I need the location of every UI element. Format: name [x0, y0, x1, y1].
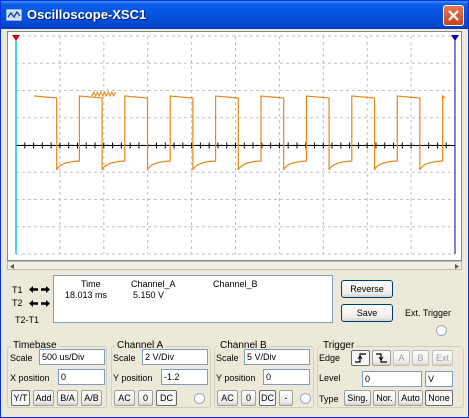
t1-label: T1 [12, 285, 23, 295]
t1-right-arrow-icon[interactable] [40, 284, 51, 295]
trigger-none-button[interactable]: None [425, 390, 453, 406]
channel-a-scale-field[interactable]: 2 V/Div [142, 349, 208, 365]
trigger-auto-button[interactable]: Auto [398, 390, 423, 406]
t2-left-arrow-icon[interactable] [28, 298, 39, 309]
header-time: Time [81, 279, 101, 289]
scroll-right-icon[interactable] [452, 262, 461, 269]
oscilloscope-screen[interactable] [7, 31, 462, 261]
timebase-scale-label: Scale [10, 353, 33, 363]
channel-b-dc-button[interactable]: DC [259, 390, 276, 406]
save-button[interactable]: Save [341, 304, 393, 322]
channel-a-radio[interactable] [194, 393, 205, 404]
timebase-xpos-field[interactable]: 0 [58, 369, 105, 385]
trigger-normal-button[interactable]: Nor. [373, 390, 396, 406]
channel-a-ypos-label: Y position [113, 373, 153, 383]
channel-b-scale-field[interactable]: 5 V/Div [244, 349, 310, 365]
channel-b-scale-label: Scale [216, 353, 239, 363]
trigger-ext-button[interactable]: Ext [432, 350, 453, 366]
trigger-b-button[interactable]: B [412, 350, 429, 366]
oscilloscope-app-icon [6, 7, 22, 23]
mode-ab-button[interactable]: A/B [81, 390, 102, 406]
timebase-xpos-label: X position [10, 373, 50, 383]
channel-b-radio[interactable] [300, 393, 311, 404]
readout-time: 18.013 ms [65, 290, 108, 300]
channel-b-ypos-label: Y position [216, 373, 256, 383]
timebase-scale-field[interactable]: 500 us/Div [39, 349, 105, 365]
header-channel-b: Channel_B [213, 279, 258, 289]
channel-a-ypos-field[interactable]: -1.2 [161, 369, 208, 385]
channel-b-minus-button[interactable]: - [279, 390, 293, 406]
cursor-t1-marker-icon [12, 35, 20, 41]
channel-b-zero-button[interactable]: 0 [241, 390, 256, 406]
channel-b-ac-button[interactable]: AC [217, 390, 238, 406]
mode-ba-button[interactable]: B/A [57, 390, 78, 406]
oscilloscope-window: Oscilloscope-XSC1 T1 T2 T2-T1 Time Chann… [0, 0, 469, 418]
channel-b-ypos-field[interactable]: 0 [263, 369, 310, 385]
channel-a-ac-button[interactable]: AC [114, 390, 135, 406]
trigger-level-field[interactable]: 0 [362, 371, 422, 387]
header-channel-a: Channel_A [131, 279, 176, 289]
channel-a-zero-button[interactable]: 0 [138, 390, 153, 406]
trigger-level-unit[interactable]: V [425, 371, 453, 387]
trigger-type-label: Type [319, 394, 339, 404]
trigger-level-label: Level [319, 373, 341, 383]
t2-label: T2 [12, 298, 23, 308]
t2-right-arrow-icon[interactable] [40, 298, 51, 309]
rising-edge-icon [355, 353, 366, 363]
mode-yt-button[interactable]: Y/T [11, 390, 30, 406]
title-bar[interactable]: Oscilloscope-XSC1 [1, 1, 468, 29]
falling-edge-icon [376, 353, 387, 363]
mode-add-button[interactable]: Add [33, 390, 54, 406]
rising-edge-button[interactable] [351, 350, 370, 366]
t2-t1-label: T2-T1 [15, 315, 40, 325]
channel-a-dc-button[interactable]: DC [156, 390, 177, 406]
t1-left-arrow-icon[interactable] [28, 284, 39, 295]
trigger-single-button[interactable]: Sing. [344, 390, 371, 406]
trigger-edge-label: Edge [319, 353, 341, 363]
horizontal-scrollbar[interactable] [7, 261, 462, 270]
close-icon [448, 10, 459, 21]
channel-a-scale-label: Scale [113, 353, 136, 363]
waveform-display [12, 35, 459, 255]
close-button[interactable] [443, 5, 464, 26]
falling-edge-button[interactable] [372, 350, 391, 366]
readout-channel-a: 5.150 V [133, 290, 165, 300]
channel-a-waveform [33, 94, 446, 171]
ext-trigger-label: Ext. Trigger [405, 308, 452, 318]
ext-trigger-radio[interactable] [436, 325, 447, 336]
reverse-button[interactable]: Reverse [341, 280, 393, 298]
cursor-t2-marker-icon [451, 35, 459, 41]
trigger-a-button[interactable]: A [393, 350, 410, 366]
scroll-left-icon[interactable] [8, 262, 17, 269]
window-title: Oscilloscope-XSC1 [27, 7, 147, 22]
